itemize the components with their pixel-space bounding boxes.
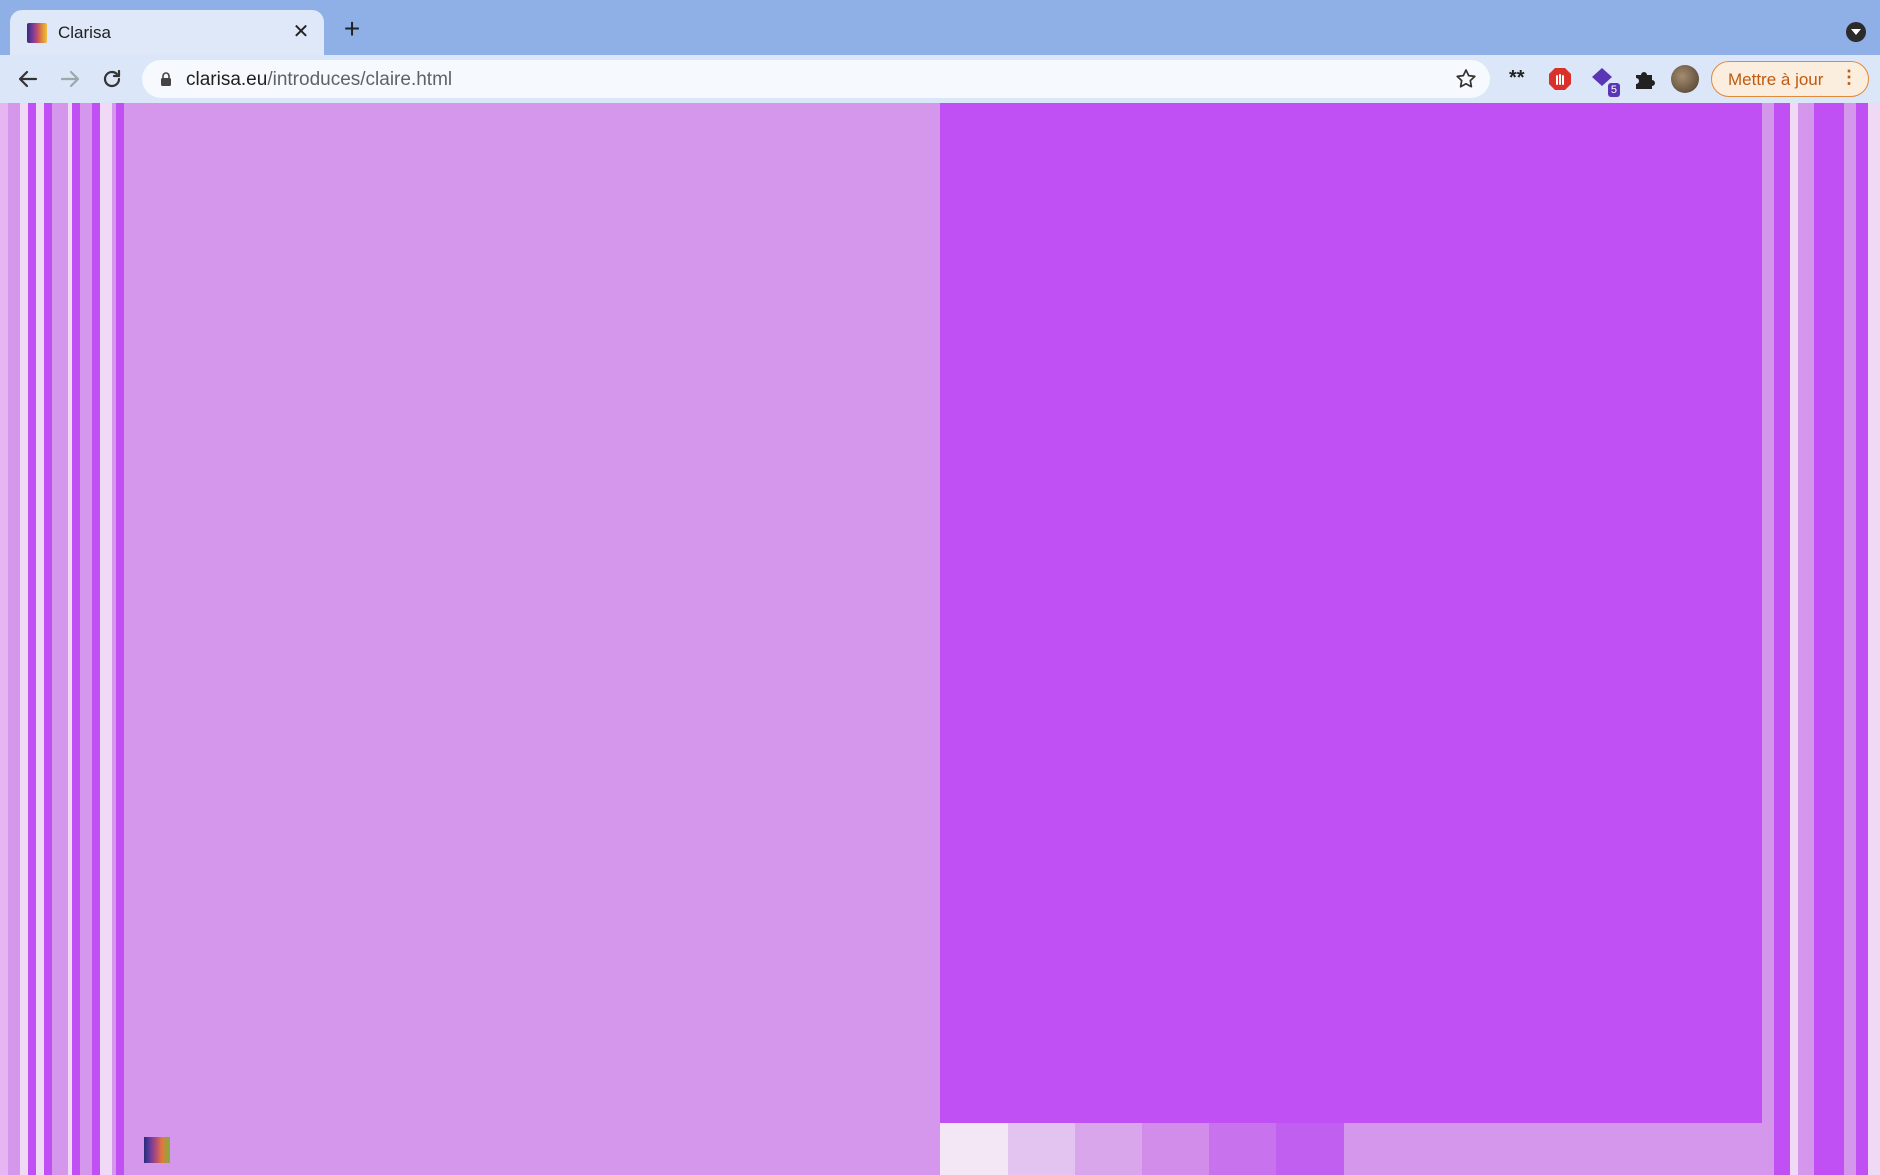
url-domain: clarisa.eu: [186, 69, 268, 90]
favicon-icon: [27, 23, 47, 43]
address-bar[interactable]: clarisa.eu/introduces/claire.html: [142, 60, 1490, 98]
stripe: [1762, 103, 1774, 1175]
close-icon[interactable]: ✕: [288, 19, 314, 45]
asterisks-label: **: [1509, 67, 1525, 89]
stripe: [28, 103, 36, 1175]
arrow-left-icon: [18, 70, 38, 88]
swatch-row: [940, 1123, 1750, 1175]
stripe: [1798, 103, 1814, 1175]
stripe: [1856, 103, 1868, 1175]
bookmark-star-icon[interactable]: [1454, 67, 1478, 91]
swatch[interactable]: [1008, 1123, 1075, 1175]
update-button[interactable]: Mettre à jour ⋮: [1711, 61, 1869, 97]
swatch[interactable]: [1276, 1123, 1344, 1175]
browser-tab[interactable]: Clarisa ✕: [10, 10, 324, 55]
tab-search-icon[interactable]: [1846, 22, 1866, 42]
browser-toolbar: clarisa.eu/introduces/claire.html ** 5 M…: [0, 55, 1880, 104]
swatch[interactable]: [1142, 1123, 1209, 1175]
lock-icon: [161, 72, 171, 86]
right-color-panel: [940, 103, 1762, 1123]
stripe: [92, 103, 100, 1175]
stripe: [8, 103, 20, 1175]
stripe: [1790, 103, 1798, 1175]
url-path: /introduces/claire.html: [267, 69, 453, 90]
reload-button[interactable]: [96, 63, 128, 95]
swatch[interactable]: [1344, 1123, 1750, 1175]
stripe: [52, 103, 68, 1175]
shape-extension-icon[interactable]: 5: [1588, 65, 1620, 97]
logo-icon[interactable]: [144, 1137, 170, 1163]
stripe: [116, 103, 124, 1175]
tab-strip: Clarisa ✕ +: [0, 0, 1880, 55]
asterisks-extension-icon[interactable]: **: [1506, 65, 1534, 93]
new-tab-button[interactable]: +: [338, 15, 366, 44]
reload-icon: [103, 69, 121, 88]
swatch[interactable]: [1209, 1123, 1276, 1175]
profile-avatar[interactable]: [1671, 65, 1699, 93]
page-content: [0, 103, 1880, 1175]
swatch[interactable]: [1075, 1123, 1142, 1175]
url-text: clarisa.eu/introduces/claire.html: [186, 69, 452, 91]
stripe: [0, 103, 8, 1175]
arrow-right-icon: [60, 70, 80, 88]
back-button[interactable]: [12, 63, 44, 95]
update-label: Mettre à jour: [1728, 70, 1824, 89]
adblock-extension-icon[interactable]: [1546, 65, 1574, 93]
tab-title: Clarisa: [58, 23, 111, 42]
swatch[interactable]: [940, 1123, 1008, 1175]
kebab-menu-icon[interactable]: ⋮: [1840, 67, 1858, 88]
stripe: [44, 103, 52, 1175]
stripe: [1814, 103, 1844, 1175]
stripe: [1774, 103, 1790, 1175]
stripe: [36, 103, 44, 1175]
stripe: [1868, 103, 1880, 1175]
left-color-panel: [124, 103, 940, 1175]
stripe: [100, 103, 112, 1175]
stripe: [20, 103, 28, 1175]
puzzle-icon[interactable]: [1630, 65, 1658, 93]
stripe: [80, 103, 92, 1175]
extension-badge: 5: [1607, 83, 1620, 97]
forward-button[interactable]: [54, 63, 86, 95]
stripe: [1844, 103, 1856, 1175]
stripe: [72, 103, 80, 1175]
